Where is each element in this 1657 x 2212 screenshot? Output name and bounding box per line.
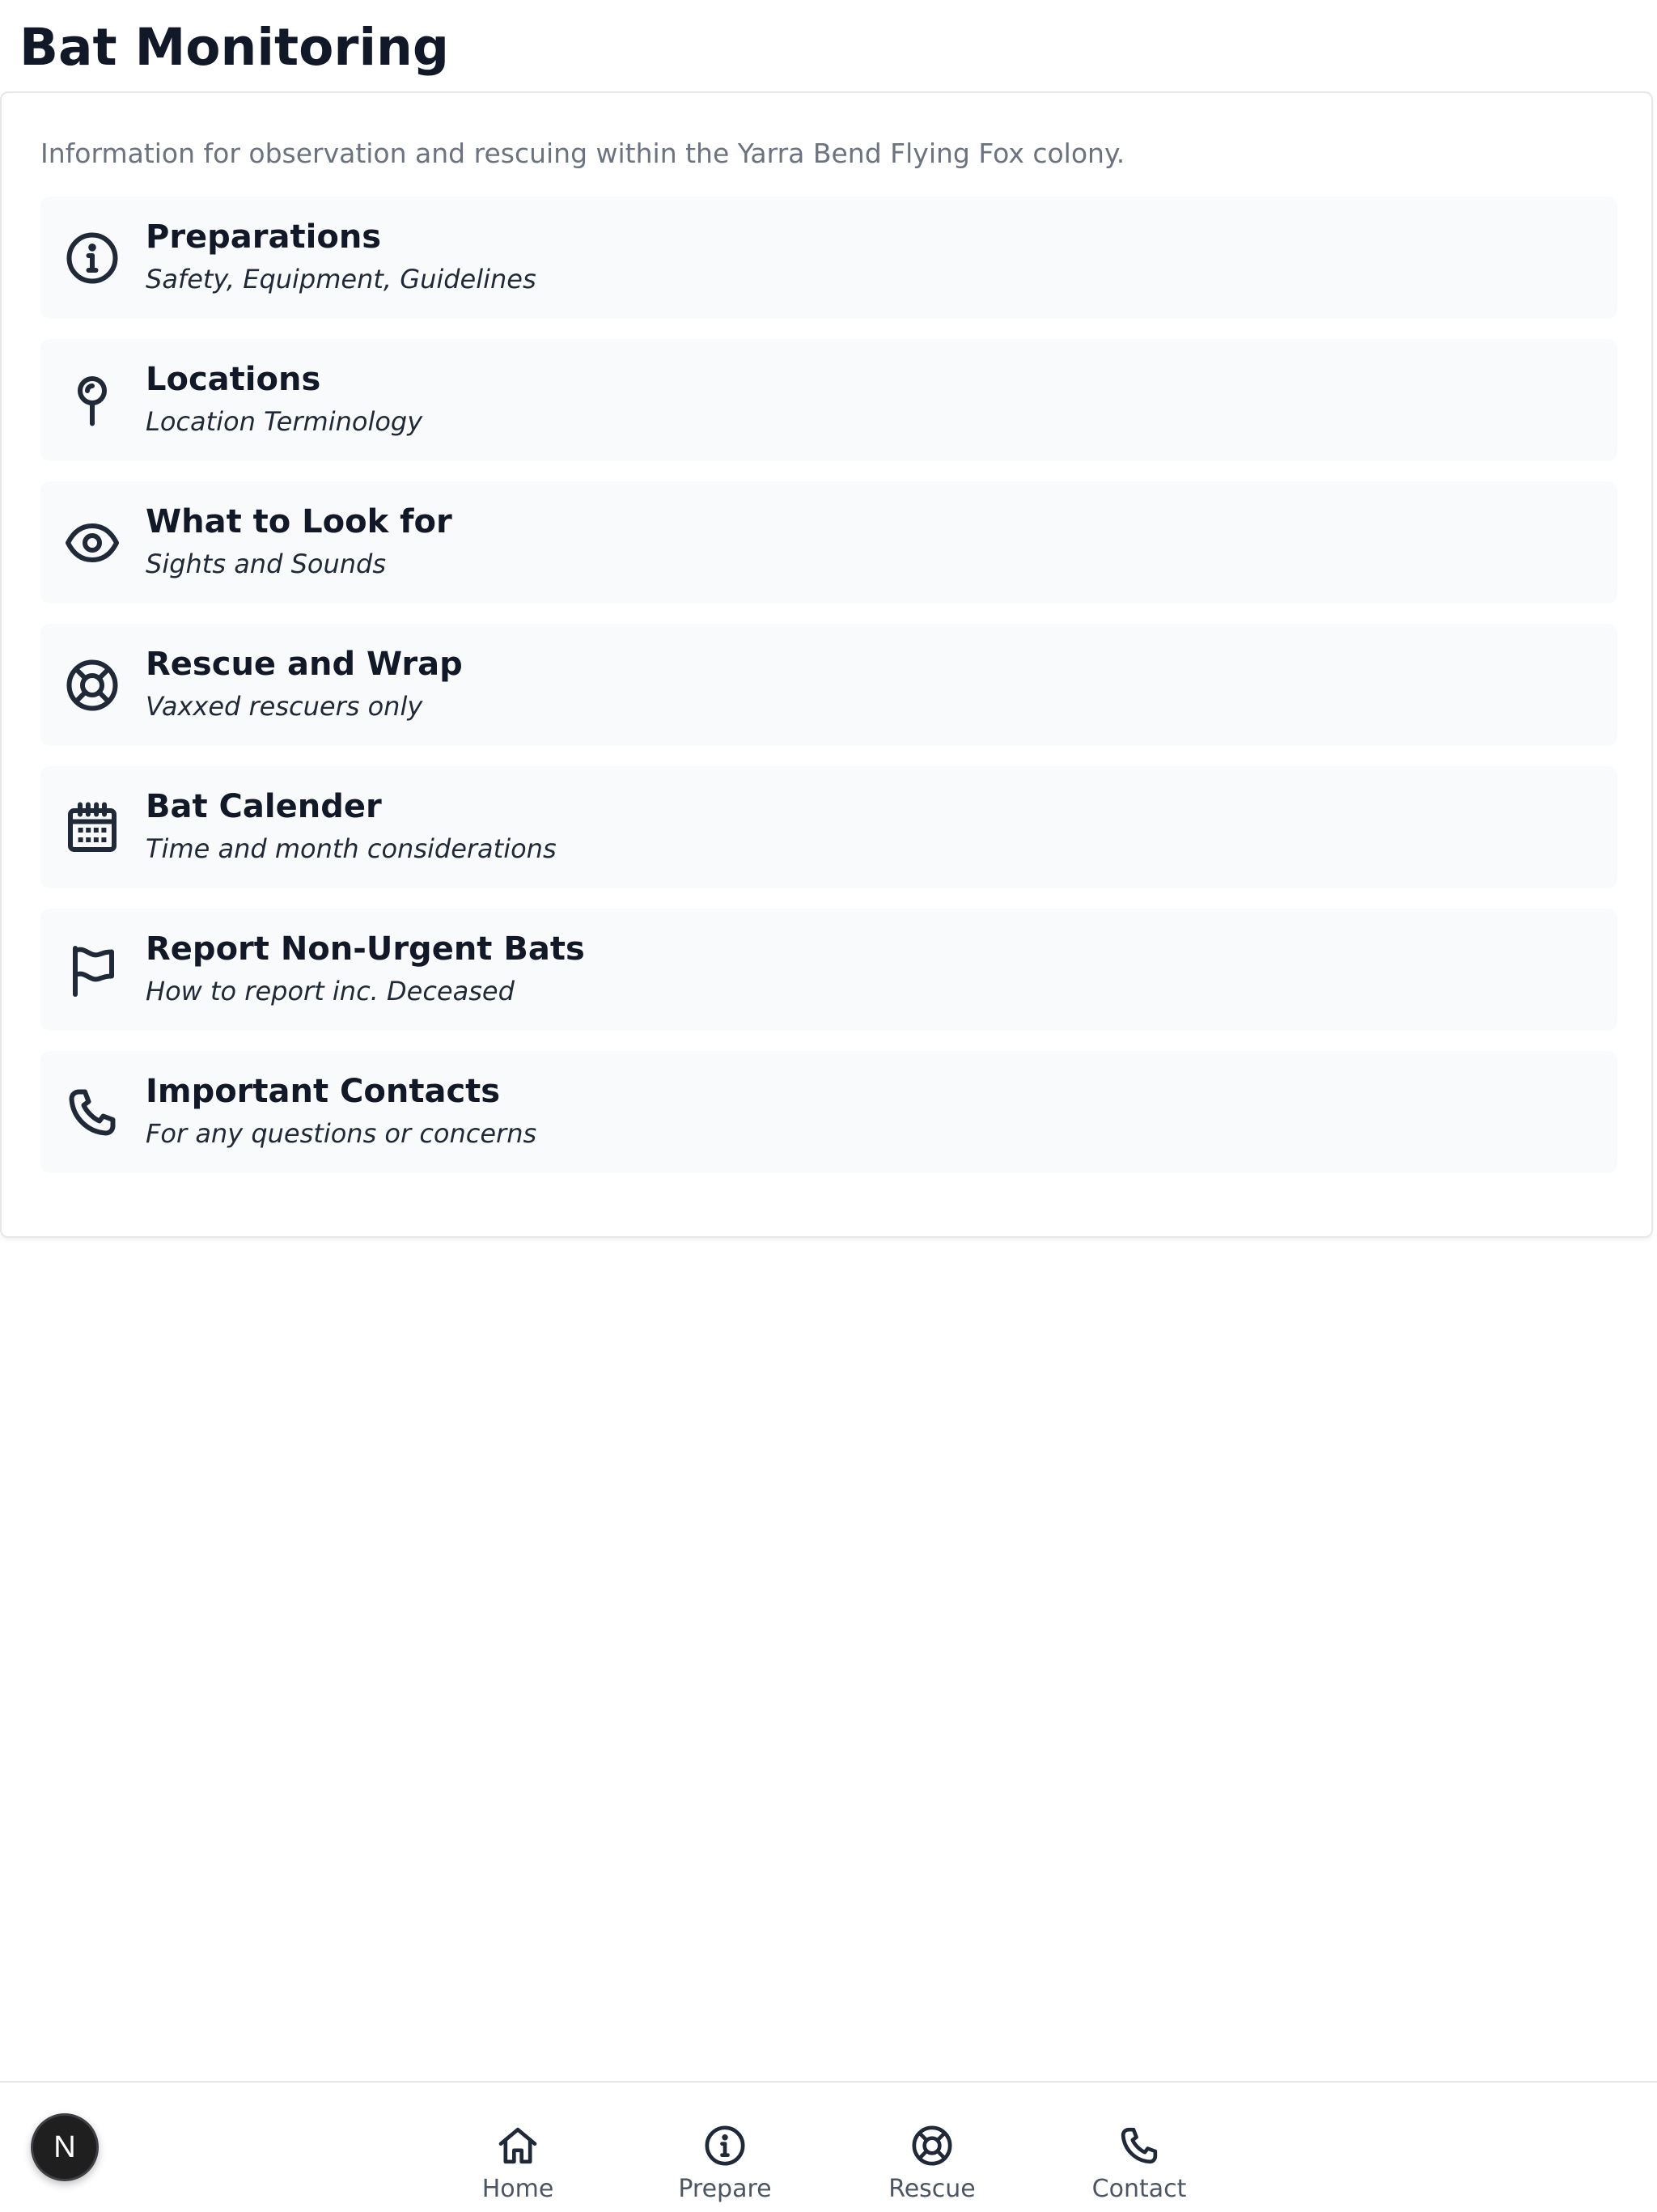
flag-icon — [63, 941, 121, 999]
lifebuoy-icon — [63, 656, 121, 714]
menu-item-title: Report Non-Urgent Bats — [146, 930, 585, 968]
menu-item-title: Important Contacts — [146, 1073, 501, 1110]
calendar-icon — [63, 799, 121, 857]
menu-item-title: Locations — [146, 361, 321, 398]
bottom-nav: Home Prepare Rescue Contact — [0, 2081, 1657, 2210]
nav-label: Rescue — [888, 2175, 976, 2203]
nav-label: Prepare — [678, 2175, 772, 2203]
menu-item-subtitle: Sights and Sounds — [146, 549, 386, 579]
menu-item-title: Bat Calender — [146, 788, 382, 825]
menu-item-subtitle: Safety, Equipment, Guidelines — [146, 264, 536, 295]
menu-item-report-non-urgent-bats[interactable]: Report Non-Urgent Bats How to report inc… — [40, 909, 1617, 1031]
nav-label: Home — [481, 2175, 554, 2203]
eye-icon — [63, 514, 121, 572]
home-icon — [495, 2123, 540, 2168]
menu-item-title: What to Look for — [146, 503, 452, 540]
map-pin-icon — [63, 371, 121, 430]
phone-icon — [63, 1083, 121, 1142]
menu-item-locations[interactable]: Locations Location Terminology — [40, 339, 1617, 461]
info-circle-icon — [702, 2123, 748, 2168]
nav-tab-home[interactable]: Home — [445, 2083, 591, 2212]
nav-tab-rescue[interactable]: Rescue — [859, 2083, 1005, 2212]
menu-item-title: Preparations — [146, 218, 382, 256]
page-title: Bat Monitoring — [19, 18, 450, 77]
menu-item-subtitle: Vaxxed rescuers only — [146, 691, 423, 722]
menu-item-title: Rescue and Wrap — [146, 646, 463, 683]
nav-tab-prepare[interactable]: Prepare — [652, 2083, 798, 2212]
menu-item-what-to-look-for[interactable]: What to Look for Sights and Sounds — [40, 481, 1617, 604]
menu-item-preparations[interactable]: Preparations Safety, Equipment, Guidelin… — [40, 197, 1617, 319]
intro-text: Information for observation and rescuing… — [40, 138, 1125, 169]
menu-item-important-contacts[interactable]: Important Contacts For any questions or … — [40, 1051, 1617, 1173]
menu-item-rescue-and-wrap[interactable]: Rescue and Wrap Vaxxed rescuers only — [40, 624, 1617, 746]
lifebuoy-icon — [909, 2123, 955, 2168]
phone-icon — [1117, 2123, 1162, 2168]
menu-item-subtitle: Location Terminology — [146, 406, 423, 437]
nav-label: Contact — [1091, 2175, 1187, 2203]
info-circle-icon — [63, 229, 121, 287]
menu-item-subtitle: How to report inc. Deceased — [146, 976, 515, 1006]
nav-tab-contact[interactable]: Contact — [1066, 2083, 1212, 2212]
menu-item-subtitle: Time and month considerations — [146, 833, 557, 864]
menu-card: Information for observation and rescuing… — [0, 91, 1653, 1238]
avatar[interactable]: N — [31, 2113, 99, 2181]
menu-item-subtitle: For any questions or concerns — [146, 1118, 537, 1149]
menu-item-bat-calender[interactable]: Bat Calender Time and month consideratio… — [40, 766, 1617, 888]
